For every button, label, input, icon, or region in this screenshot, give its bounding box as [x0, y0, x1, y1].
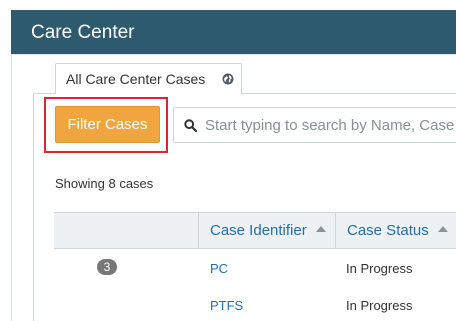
case-search-box[interactable] — [173, 107, 456, 143]
column-case-identifier-label: Case Identifier — [210, 222, 307, 239]
tab-all-care-center-cases[interactable]: All Care Center Cases — [55, 63, 242, 94]
globe-icon — [222, 73, 234, 85]
column-case-status-label: Case Status — [347, 222, 429, 239]
care-center-page: Care Center All Care Center Cases Filter… — [0, 0, 456, 321]
page-title: Care Center — [31, 22, 135, 43]
table-row[interactable]: 3 PC In Progress — [54, 250, 456, 287]
app-header: Care Center — [11, 10, 456, 55]
case-count-badge: 3 — [97, 259, 117, 275]
case-status: In Progress — [346, 298, 413, 313]
sort-ascending-icon — [315, 226, 326, 232]
case-identifier-link[interactable]: PTFS — [210, 287, 243, 321]
case-identifier-link[interactable]: PC — [210, 250, 228, 287]
column-select-header — [54, 213, 198, 248]
filter-cases-button[interactable]: Filter Cases — [55, 106, 160, 143]
search-input[interactable] — [205, 108, 456, 142]
column-case-status[interactable]: Case Status — [335, 213, 456, 248]
table-row[interactable]: PTFS In Progress — [54, 287, 456, 321]
case-status: In Progress — [346, 261, 413, 276]
sort-ascending-icon — [437, 226, 448, 232]
column-case-identifier[interactable]: Case Identifier — [198, 213, 335, 248]
case-count-text: Showing 8 cases — [55, 176, 154, 191]
search-icon — [184, 119, 197, 132]
tab-label: All Care Center Cases — [66, 71, 206, 87]
case-table-header: Case Identifier Case Status — [54, 212, 456, 249]
